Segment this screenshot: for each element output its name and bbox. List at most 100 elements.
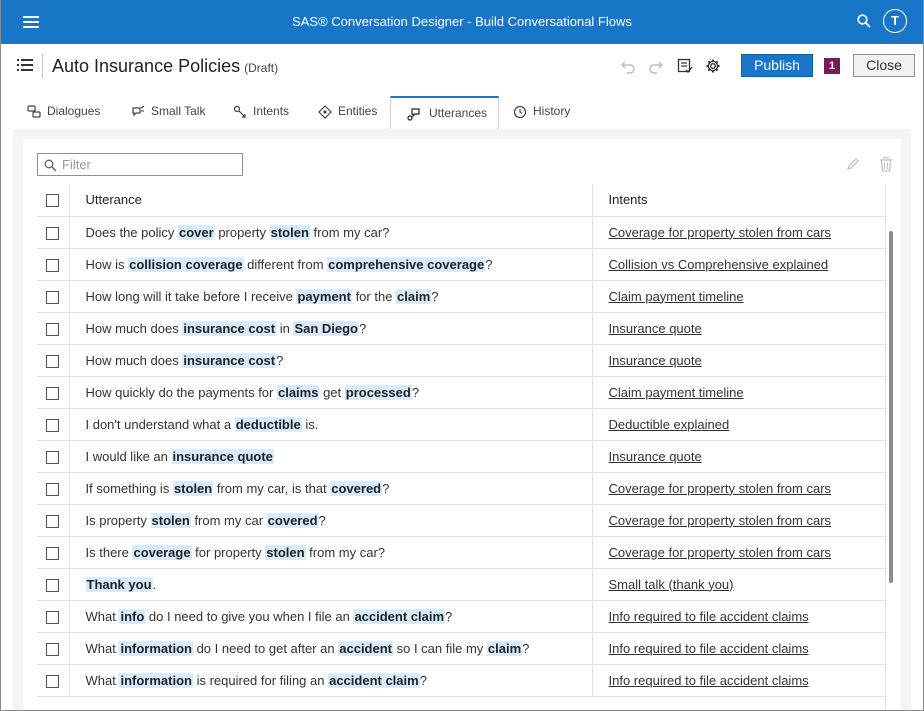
- select-all-checkbox[interactable]: [46, 194, 60, 208]
- table-row[interactable]: How much does insurance cost in San Dieg…: [37, 312, 885, 345]
- row-checkbox[interactable]: [46, 546, 60, 560]
- table-row[interactable]: If something is stolen from my car, is t…: [37, 472, 885, 505]
- intent-link[interactable]: Claim payment timeline: [609, 385, 744, 400]
- utterances-panel: Utterance Intents Does the policy cover …: [13, 129, 911, 710]
- trash-icon[interactable]: [878, 156, 894, 172]
- utterance-cell[interactable]: How quickly do the payments for claims g…: [69, 376, 593, 409]
- utterance-text: do I need to give you when I file an: [145, 608, 354, 624]
- utterance-text: ?: [411, 384, 420, 400]
- utterance-cell[interactable]: I don't understand what a deductible is.: [69, 408, 593, 441]
- intent-link[interactable]: Coverage for property stolen from cars: [609, 225, 832, 240]
- edit-pencil-icon[interactable]: [845, 156, 861, 172]
- row-checkbox[interactable]: [46, 226, 60, 240]
- utterance-cell[interactable]: If something is stolen from my car, is t…: [69, 472, 593, 505]
- list-icon[interactable]: [17, 58, 33, 72]
- validate-icon[interactable]: [677, 58, 693, 74]
- search-icon[interactable]: [857, 14, 871, 28]
- utterance-cell[interactable]: Is there coverage for property stolen fr…: [69, 536, 593, 569]
- row-checkbox[interactable]: [46, 322, 60, 336]
- intent-link[interactable]: Claim payment timeline: [609, 289, 744, 304]
- page-title-text: Auto Insurance Policies: [52, 56, 241, 76]
- close-button[interactable]: Close: [853, 54, 915, 77]
- tab-entities[interactable]: Entities: [316, 96, 377, 129]
- table-row[interactable]: I would like an insurance quote Insurance…: [37, 440, 885, 473]
- row-select-cell: [37, 472, 70, 505]
- table-row[interactable]: How quickly do the payments for claims g…: [37, 376, 885, 409]
- utterance-text: What: [85, 640, 120, 656]
- row-checkbox[interactable]: [46, 610, 60, 624]
- intent-link[interactable]: Coverage for property stolen from cars: [609, 513, 832, 528]
- intent-link[interactable]: Info required to file accident claims: [609, 673, 809, 688]
- intent-link[interactable]: Deductible explained: [609, 417, 730, 432]
- intent-cell: Collision vs Comprehensive explained: [592, 248, 885, 281]
- intent-link[interactable]: Coverage for property stolen from cars: [609, 545, 832, 560]
- utterance-cell[interactable]: Does the policy cover property stolen fr…: [69, 216, 593, 249]
- publish-button[interactable]: Publish: [741, 54, 813, 77]
- utterance-cell[interactable]: I would like an insurance quote: [69, 440, 593, 473]
- utterance-cell[interactable]: How is collision coverage different from…: [69, 248, 593, 281]
- utterance-cell[interactable]: Thank you.: [69, 568, 593, 601]
- filter-input[interactable]: [60, 155, 240, 174]
- table-row[interactable]: Does the policy cover property stolen fr…: [37, 216, 885, 249]
- row-checkbox[interactable]: [46, 482, 60, 496]
- table-row[interactable]: I don't understand what a deductible is.…: [37, 408, 885, 441]
- table-row[interactable]: How long will it take before I receive p…: [37, 280, 885, 313]
- notification-badge[interactable]: 1: [824, 58, 840, 74]
- row-checkbox[interactable]: [46, 578, 60, 592]
- table-row[interactable]: Is property stolen from my car covered? C…: [37, 504, 885, 537]
- intent-link[interactable]: Insurance quote: [609, 449, 702, 464]
- intents-column-header[interactable]: Intents: [592, 184, 885, 217]
- row-checkbox[interactable]: [46, 418, 60, 432]
- table-row[interactable]: What information is required for filing …: [37, 664, 885, 697]
- table-row[interactable]: What info do I need to give you when I f…: [37, 600, 885, 633]
- redo-icon[interactable]: [648, 58, 664, 74]
- utterance-text: is required for filing an: [192, 672, 329, 688]
- user-avatar[interactable]: T: [883, 9, 907, 33]
- entity-highlight: San Diego: [293, 320, 360, 336]
- intent-link[interactable]: Info required to file accident claims: [609, 609, 809, 624]
- table-row[interactable]: What information do I need to get after …: [37, 632, 885, 665]
- intent-link[interactable]: Insurance quote: [609, 321, 702, 336]
- intent-link[interactable]: Info required to file accident claims: [609, 641, 809, 656]
- utterance-cell[interactable]: Is property stolen from my car covered?: [69, 504, 593, 537]
- utterance-cell[interactable]: How much does insurance cost?: [69, 344, 593, 377]
- scrollbar-thumb[interactable]: [889, 231, 893, 583]
- tab-intents[interactable]: Intents: [231, 96, 289, 129]
- title-bar: SAS® Conversation Designer - Build Conve…: [1, 0, 923, 44]
- row-checkbox[interactable]: [46, 290, 60, 304]
- tab-small-talk[interactable]: Small Talk: [129, 96, 205, 129]
- table-row[interactable]: How is collision coverage different from…: [37, 248, 885, 281]
- table-row[interactable]: Is there coverage for property stolen fr…: [37, 536, 885, 569]
- utterance-cell[interactable]: What info do I need to give you when I f…: [69, 600, 593, 633]
- intent-link[interactable]: Small talk (thank you): [609, 577, 734, 592]
- undo-icon[interactable]: [620, 58, 636, 74]
- row-checkbox[interactable]: [46, 514, 60, 528]
- row-checkbox[interactable]: [46, 642, 60, 656]
- utterance-text: ?: [485, 256, 493, 272]
- row-checkbox[interactable]: [46, 354, 60, 368]
- row-checkbox[interactable]: [46, 674, 60, 688]
- utterance-column-header[interactable]: Utterance: [69, 184, 593, 217]
- intent-link[interactable]: Collision vs Comprehensive explained: [609, 257, 829, 272]
- gear-icon[interactable]: [705, 58, 721, 74]
- intent-link[interactable]: Coverage for property stolen from cars: [609, 481, 832, 496]
- draft-status: (Draft): [244, 61, 279, 75]
- tab-utterances[interactable]: Utterances: [390, 96, 499, 129]
- utterance-cell[interactable]: What information do I need to get after …: [69, 632, 593, 665]
- tab-history[interactable]: History: [511, 96, 570, 129]
- utterance-cell[interactable]: What information is required for filing …: [69, 664, 593, 697]
- utterance-cell[interactable]: How long will it take before I receive p…: [69, 280, 593, 313]
- intent-cell: Insurance quote: [592, 312, 885, 345]
- row-checkbox[interactable]: [46, 258, 60, 272]
- tab-dialogues[interactable]: Dialogues: [25, 96, 100, 129]
- row-checkbox[interactable]: [46, 450, 60, 464]
- intent-link[interactable]: Insurance quote: [609, 353, 702, 368]
- intent-cell: Deductible explained: [592, 408, 885, 441]
- row-checkbox[interactable]: [46, 386, 60, 400]
- filter-field[interactable]: [37, 153, 243, 176]
- utterance-cell[interactable]: How much does insurance cost in San Dieg…: [69, 312, 593, 345]
- table-row[interactable]: How much does insurance cost? Insurance q…: [37, 344, 885, 377]
- table-row[interactable]: Thank you. Small talk (thank you): [37, 568, 885, 601]
- entity-highlight: collision coverage: [128, 256, 244, 272]
- entity-highlight: insurance cost: [182, 352, 277, 368]
